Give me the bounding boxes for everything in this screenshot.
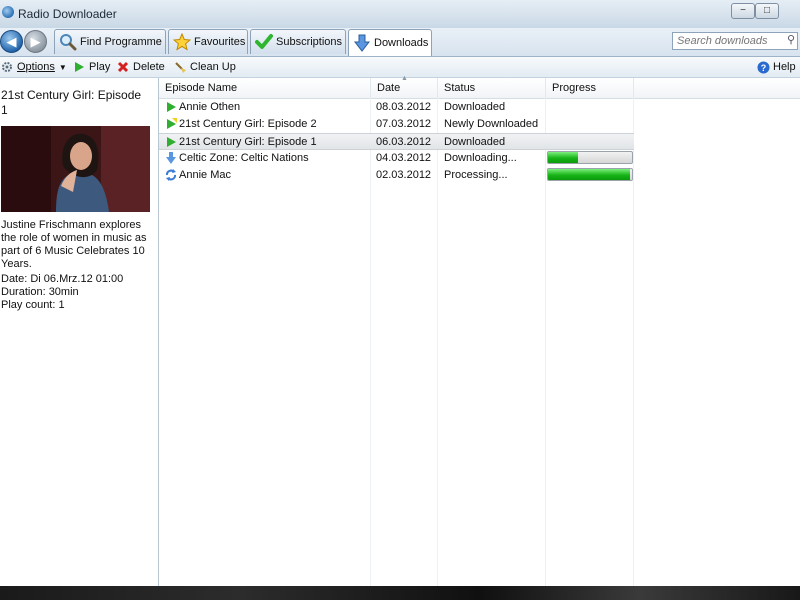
cleanup-label: Clean Up — [190, 61, 236, 73]
delete-label: Delete — [133, 61, 165, 73]
play-button[interactable]: Play — [72, 59, 110, 75]
table-row[interactable]: Celtic Zone: Celtic Nations 04.03.2012 D… — [159, 150, 634, 167]
broom-icon — [173, 60, 187, 74]
column-header-progress[interactable]: Progress — [546, 78, 634, 98]
episode-image — [1, 126, 150, 212]
cell-status: Downloaded — [444, 136, 506, 148]
episode-name: Annie Othen — [179, 101, 241, 113]
back-arrow-icon: ◀ — [6, 34, 17, 49]
magnifier-icon — [59, 32, 77, 52]
column-header-status[interactable]: Status — [438, 78, 546, 98]
cell-episode-name: 21st Century Girl: Episode 1 — [165, 134, 370, 151]
forward-button[interactable]: ▶ — [24, 30, 47, 53]
cell-episode-name: Annie Mac — [165, 167, 370, 184]
tab-downloads[interactable]: Downloads — [348, 29, 432, 56]
cell-date: 04.03.2012 — [376, 152, 432, 164]
new-play-triangle-icon — [167, 118, 177, 129]
tab-favourites[interactable]: Favourites — [168, 29, 248, 54]
delete-button[interactable]: Delete — [116, 59, 165, 75]
maximize-button[interactable]: □ — [755, 3, 779, 19]
app-window: Radio Downloader − □ ◀ ▶ Find Programme … — [0, 0, 800, 586]
help-label: Help — [773, 61, 796, 73]
progress-fill — [548, 152, 579, 163]
episode-duration: Duration: 30min — [1, 286, 79, 298]
play-triangle-icon — [167, 137, 176, 147]
star-icon — [173, 32, 191, 52]
episode-title: 21st Century Girl: Episode 1 — [1, 88, 142, 117]
tab-subscriptions[interactable]: Subscriptions — [250, 29, 346, 54]
episode-play-count: Play count: 1 — [1, 299, 65, 311]
processing-arrows-icon — [166, 169, 176, 181]
table-row-selected[interactable]: 21st Century Girl: Episode 1 06.03.2012 … — [159, 133, 634, 150]
episode-description: Justine Frischmann explores the role of … — [1, 219, 147, 270]
download-arrow-icon — [166, 152, 176, 164]
tab-find-programme[interactable]: Find Programme — [54, 29, 166, 54]
download-arrow-icon — [353, 33, 371, 53]
app-icon — [2, 6, 14, 18]
table-row[interactable]: 21st Century Girl: Episode 2 07.03.2012 … — [159, 116, 634, 133]
tab-bar: ◀ ▶ Find Programme Favourites Subscripti… — [0, 28, 800, 57]
downloads-list: Episode Name Date ▲ Status Progress Anni… — [159, 75, 800, 586]
table-row[interactable]: Annie Othen 08.03.2012 Downloaded — [159, 99, 634, 116]
play-label: Play — [89, 61, 111, 73]
toolbar: Options ▼ Play Delete Clean Up ? Help — [0, 57, 800, 78]
title-bar: Radio Downloader − □ — [0, 0, 800, 29]
back-button[interactable]: ◀ — [0, 30, 23, 53]
cell-date: 02.03.2012 — [376, 169, 432, 181]
cell-episode-name: Celtic Zone: Celtic Nations — [165, 150, 370, 167]
progress-fill — [548, 169, 631, 180]
table-row[interactable]: Annie Mac 02.03.2012 Processing... — [159, 167, 634, 184]
list-header: Episode Name Date ▲ Status Progress — [159, 75, 800, 99]
search-icon[interactable]: ⚲ — [787, 33, 795, 46]
options-label: Options — [17, 61, 55, 73]
tab-label: Subscriptions — [276, 36, 343, 48]
play-triangle-icon — [167, 102, 176, 112]
cell-status: Downloaded — [444, 101, 506, 113]
cell-date: 08.03.2012 — [376, 101, 432, 113]
tab-label: Downloads — [374, 37, 429, 49]
tab-label: Favourites — [194, 36, 246, 48]
episode-meta: Date: Di 06.Mrz.12 01:00 Duration: 30min… — [1, 273, 153, 312]
column-header-episode-name[interactable]: Episode Name — [159, 78, 371, 98]
svg-text:?: ? — [760, 63, 766, 73]
window-title: Radio Downloader — [18, 7, 117, 21]
episode-name: Celtic Zone: Celtic Nations — [179, 152, 309, 164]
episode-name: 21st Century Girl: Episode 1 — [179, 136, 317, 148]
options-button[interactable]: Options ▼ — [0, 59, 67, 75]
cell-episode-name: 21st Century Girl: Episode 2 — [165, 116, 370, 133]
progress-bar — [547, 168, 633, 181]
episode-info-pane: 21st Century Girl: Episode 1 Justine Fri… — [0, 78, 159, 586]
progress-bar — [547, 151, 633, 164]
cleanup-button[interactable]: Clean Up — [173, 59, 236, 75]
play-icon — [72, 60, 86, 74]
chevron-down-icon: ▼ — [58, 62, 67, 72]
episode-name: Annie Mac — [179, 169, 231, 181]
delete-x-icon — [116, 60, 130, 74]
search-input[interactable] — [673, 33, 791, 49]
forward-arrow-icon: ▶ — [30, 34, 41, 49]
sort-arrow-icon: ▲ — [401, 75, 408, 82]
search-box: ⚲ — [672, 32, 798, 50]
taskbar-strip — [0, 584, 800, 600]
cell-date: 07.03.2012 — [376, 118, 432, 130]
checkmark-icon — [255, 32, 273, 52]
cell-status: Downloading... — [444, 152, 517, 164]
help-icon: ? — [756, 60, 770, 74]
gear-icon — [0, 60, 14, 74]
episode-date: Date: Di 06.Mrz.12 01:00 — [1, 273, 124, 285]
cell-date: 06.03.2012 — [376, 136, 432, 148]
cell-status: Processing... — [444, 169, 508, 181]
help-button[interactable]: ? Help — [756, 59, 796, 75]
cell-episode-name: Annie Othen — [165, 99, 370, 116]
cell-status: Newly Downloaded — [444, 118, 539, 130]
minimize-button[interactable]: − — [731, 3, 755, 19]
tab-label: Find Programme — [80, 36, 162, 48]
episode-name: 21st Century Girl: Episode 2 — [179, 118, 317, 130]
